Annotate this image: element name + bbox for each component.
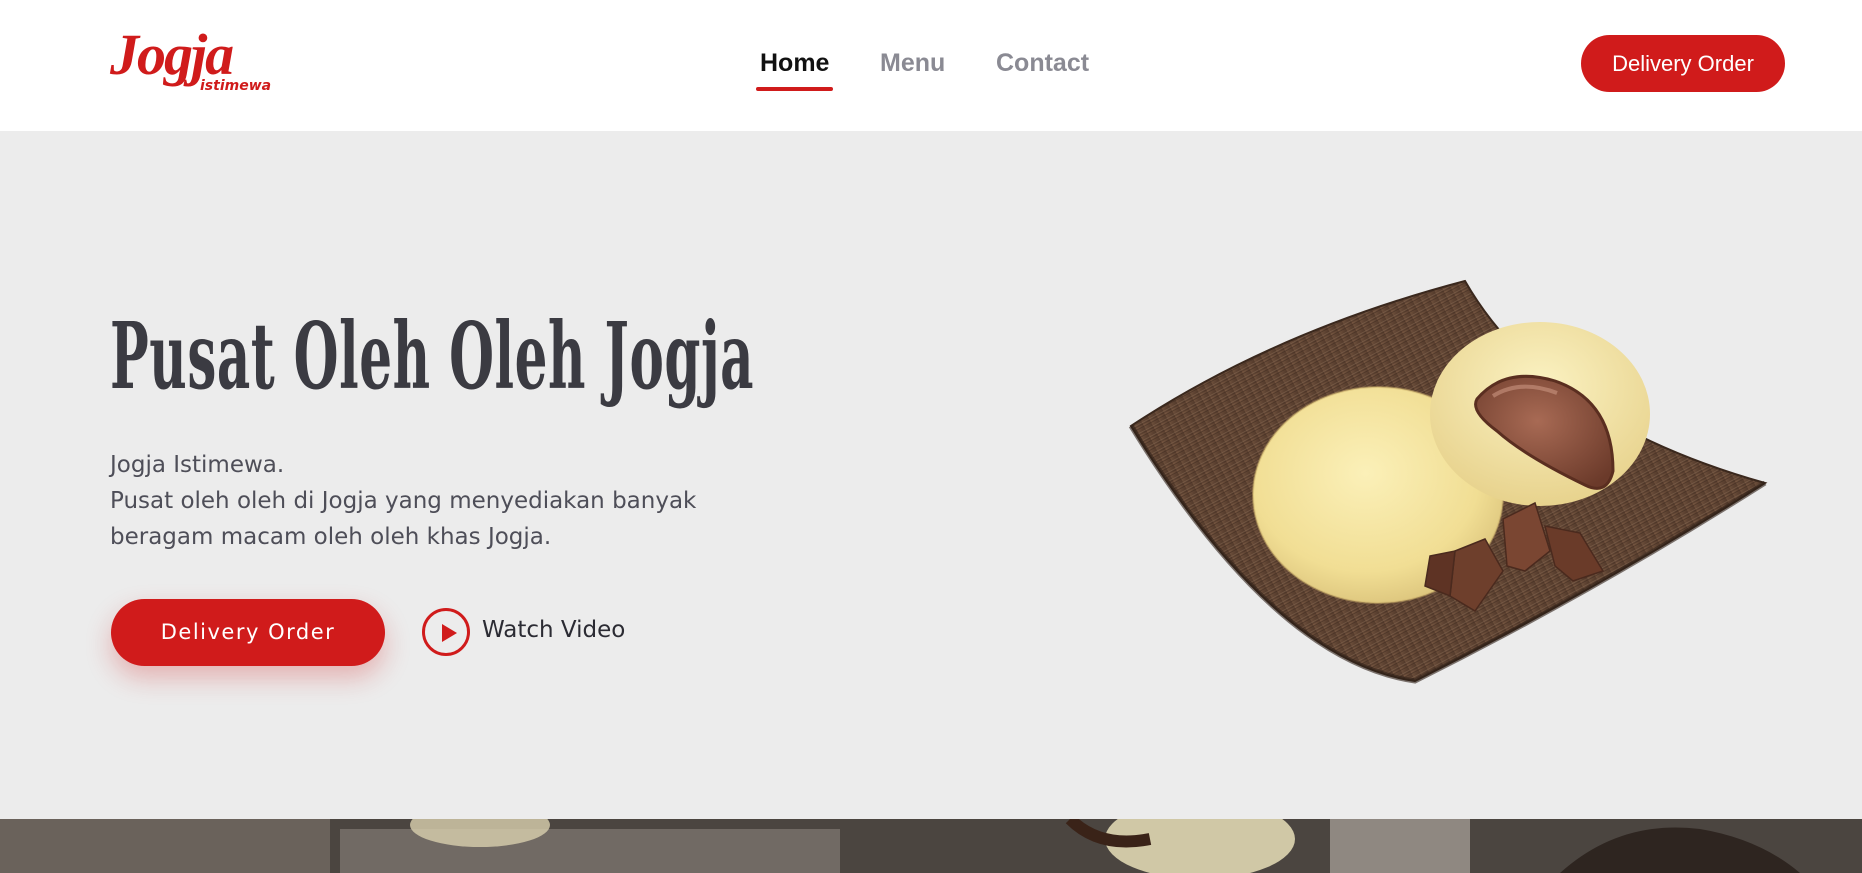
site-header: Jogja istimewa Home Menu Contact Deliver… [0, 0, 1862, 131]
nav-item-menu[interactable]: Menu [875, 40, 950, 92]
hero-description: Jogja Istimewa. Pusat oleh oleh di Jogja… [110, 447, 710, 555]
hero-product-image [1128, 279, 1768, 684]
play-triangle [442, 624, 457, 642]
hero-section: Pusat Oleh Oleh Jogja Jogja Istimewa. Pu… [0, 131, 1862, 819]
next-section-preview [0, 819, 1862, 873]
logo-tagline: istimewa [200, 78, 272, 94]
nav-item-contact[interactable]: Contact [991, 40, 1094, 92]
play-icon[interactable] [422, 608, 470, 656]
hero-delivery-order-button[interactable]: Delivery Order [111, 599, 385, 666]
hero-description-line-3: beragam macam oleh oleh khas Jogja. [110, 524, 552, 550]
hero-description-line-2: Pusat oleh oleh di Jogja yang menyediaka… [110, 488, 697, 514]
watch-video-label[interactable]: Watch Video [482, 617, 625, 643]
hero-description-line-1: Jogja Istimewa. [110, 452, 285, 478]
next-section-background-image [0, 819, 1862, 873]
header-delivery-order-button[interactable]: Delivery Order [1581, 35, 1785, 92]
brand-logo[interactable]: Jogja istimewa [110, 22, 272, 98]
nav-item-home[interactable]: Home [755, 40, 834, 92]
logo-wordmark: Jogja [110, 22, 234, 87]
hero-title: Pusat Oleh Oleh Jogja [110, 302, 755, 410]
